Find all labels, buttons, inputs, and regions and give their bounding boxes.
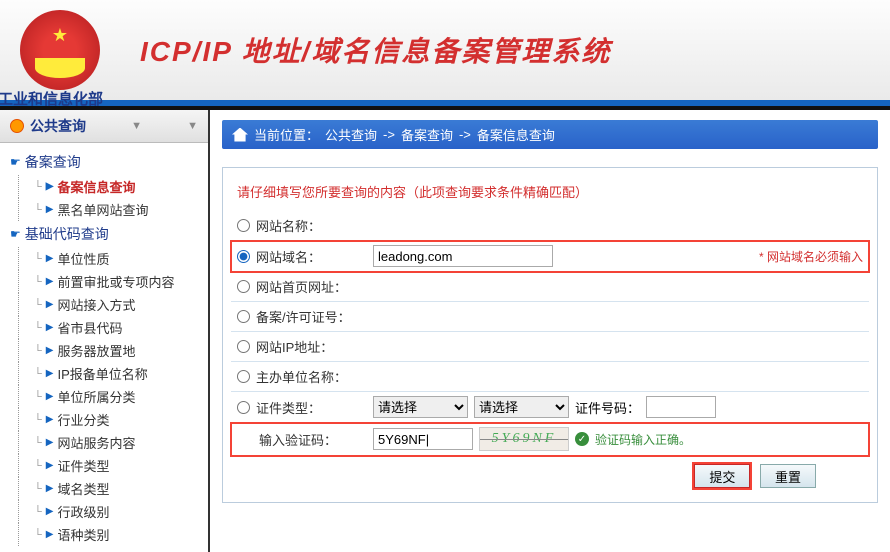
arrow-icon: ▶ [46, 299, 54, 310]
chevron-down-icon: ▼ [131, 120, 142, 132]
tree-item[interactable]: └▶单位性质 [6, 247, 208, 270]
radio-sponsor[interactable] [237, 370, 250, 383]
emblem-logo [20, 10, 100, 90]
check-icon: ✓ [575, 432, 589, 446]
breadcrumb: 当前位置： 公共查询 -> 备案查询 -> 备案信息查询 [222, 120, 878, 149]
label-domain[interactable]: 网站域名： [237, 247, 367, 266]
site-title: ICP/IP 地址/域名信息备案管理系统 [140, 30, 611, 70]
nav-tree: ☛备案查询└▶备案信息查询└▶黑名单网站查询☛基础代码查询└▶单位性质└▶前置审… [0, 143, 208, 552]
tree-item[interactable]: └▶域名类型 [6, 477, 208, 500]
tree-item[interactable]: └▶单位所属分类 [6, 385, 208, 408]
label-ip[interactable]: 网站IP地址： [237, 337, 367, 356]
tree-item[interactable]: └▶IP报备单位名称 [6, 362, 208, 385]
radio-ip[interactable] [237, 340, 250, 353]
label-captcha: 输入验证码： [237, 430, 367, 449]
org-name: 工业和信息化部 [0, 88, 103, 109]
radio-site-name[interactable] [237, 219, 250, 232]
sidebar: 公共查询 ▼ ▼ ☛备案查询└▶备案信息查询└▶黑名单网站查询☛基础代码查询└▶… [0, 110, 210, 552]
toggle-icon [10, 119, 24, 133]
label-homepage[interactable]: 网站首页网址： [237, 277, 367, 296]
home-icon [232, 128, 248, 142]
radio-homepage[interactable] [237, 280, 250, 293]
arrow-icon: ▶ [46, 322, 54, 333]
hand-icon: ☛ [10, 155, 21, 169]
breadcrumb-link[interactable]: 公共查询 [325, 125, 377, 144]
query-form: 请仔细填写您所要查询的内容（此项查询要求条件精确匹配） 网站名称： 网站域名： … [222, 167, 878, 503]
arrow-icon: ▶ [46, 414, 54, 425]
hand-icon: ☛ [10, 227, 21, 241]
sidebar-title: 公共查询 [30, 116, 86, 136]
domain-required-note: * 网站域名必须输入 [759, 248, 863, 265]
arrow-icon: ▶ [46, 483, 54, 494]
tree-item[interactable]: └▶省市县代码 [6, 316, 208, 339]
tree-item[interactable]: └▶行政级别 [6, 500, 208, 523]
reset-button[interactable]: 重置 [760, 464, 816, 488]
tree-item[interactable]: └▶前置审批或专项内容 [6, 270, 208, 293]
tree-group[interactable]: ☛基础代码查询 [6, 221, 208, 247]
breadcrumb-prefix: 当前位置： [254, 125, 319, 144]
tree-item[interactable]: └▶网站服务内容 [6, 431, 208, 454]
chevron-down-icon: ▼ [187, 120, 198, 132]
breadcrumb-link[interactable]: 备案查询 [401, 125, 453, 144]
cert-type-select-2[interactable]: 请选择 [474, 396, 569, 418]
label-cert-type[interactable]: 证件类型： [237, 398, 367, 417]
form-instruction: 请仔细填写您所要查询的内容（此项查询要求条件精确匹配） [231, 178, 869, 211]
arrow-icon: ▶ [46, 204, 54, 215]
tree-item[interactable]: └▶网站接入方式 [6, 293, 208, 316]
radio-cert-type[interactable] [237, 401, 250, 414]
arrow-icon: ▶ [46, 437, 54, 448]
captcha-ok-text: 验证码输入正确。 [595, 431, 691, 448]
header: ICP/IP 地址/域名信息备案管理系统 工业和信息化部 [0, 0, 890, 110]
arrow-icon: ▶ [46, 345, 54, 356]
arrow-icon: ▶ [46, 253, 54, 264]
arrow-icon: ▶ [46, 181, 54, 192]
tree-group[interactable]: ☛备案查询 [6, 149, 208, 175]
arrow-icon: ▶ [46, 460, 54, 471]
tree-item[interactable]: └▶行业分类 [6, 408, 208, 431]
arrow-icon: ▶ [46, 368, 54, 379]
cert-type-select-1[interactable]: 请选择 [373, 396, 468, 418]
cert-no-input[interactable] [646, 396, 716, 418]
label-license[interactable]: 备案/许可证号： [237, 307, 367, 326]
arrow-icon: ▶ [46, 529, 54, 540]
arrow-icon: ▶ [46, 506, 54, 517]
sidebar-header[interactable]: 公共查询 ▼ ▼ [0, 110, 208, 143]
radio-license[interactable] [237, 310, 250, 323]
tree-item[interactable]: └▶备案信息查询 [6, 175, 208, 198]
breadcrumb-link[interactable]: 备案信息查询 [477, 125, 555, 144]
main-content: 当前位置： 公共查询 -> 备案查询 -> 备案信息查询 请仔细填写您所要查询的… [210, 110, 890, 552]
tree-item[interactable]: └▶证件类型 [6, 454, 208, 477]
label-site-name[interactable]: 网站名称： [237, 216, 367, 235]
label-cert-no: 证件号码： [575, 398, 640, 417]
captcha-input[interactable] [373, 428, 473, 450]
captcha-image[interactable]: 5Y69NF [479, 427, 569, 451]
tree-item[interactable]: └▶黑名单网站查询 [6, 198, 208, 221]
tree-item[interactable]: └▶语种类别 [6, 523, 208, 546]
label-sponsor[interactable]: 主办单位名称： [237, 367, 367, 386]
arrow-icon: ▶ [46, 391, 54, 402]
tree-item[interactable]: └▶服务器放置地 [6, 339, 208, 362]
domain-input[interactable] [373, 245, 553, 267]
submit-button[interactable]: 提交 [694, 464, 750, 488]
arrow-icon: ▶ [46, 276, 54, 287]
radio-domain[interactable] [237, 250, 250, 263]
